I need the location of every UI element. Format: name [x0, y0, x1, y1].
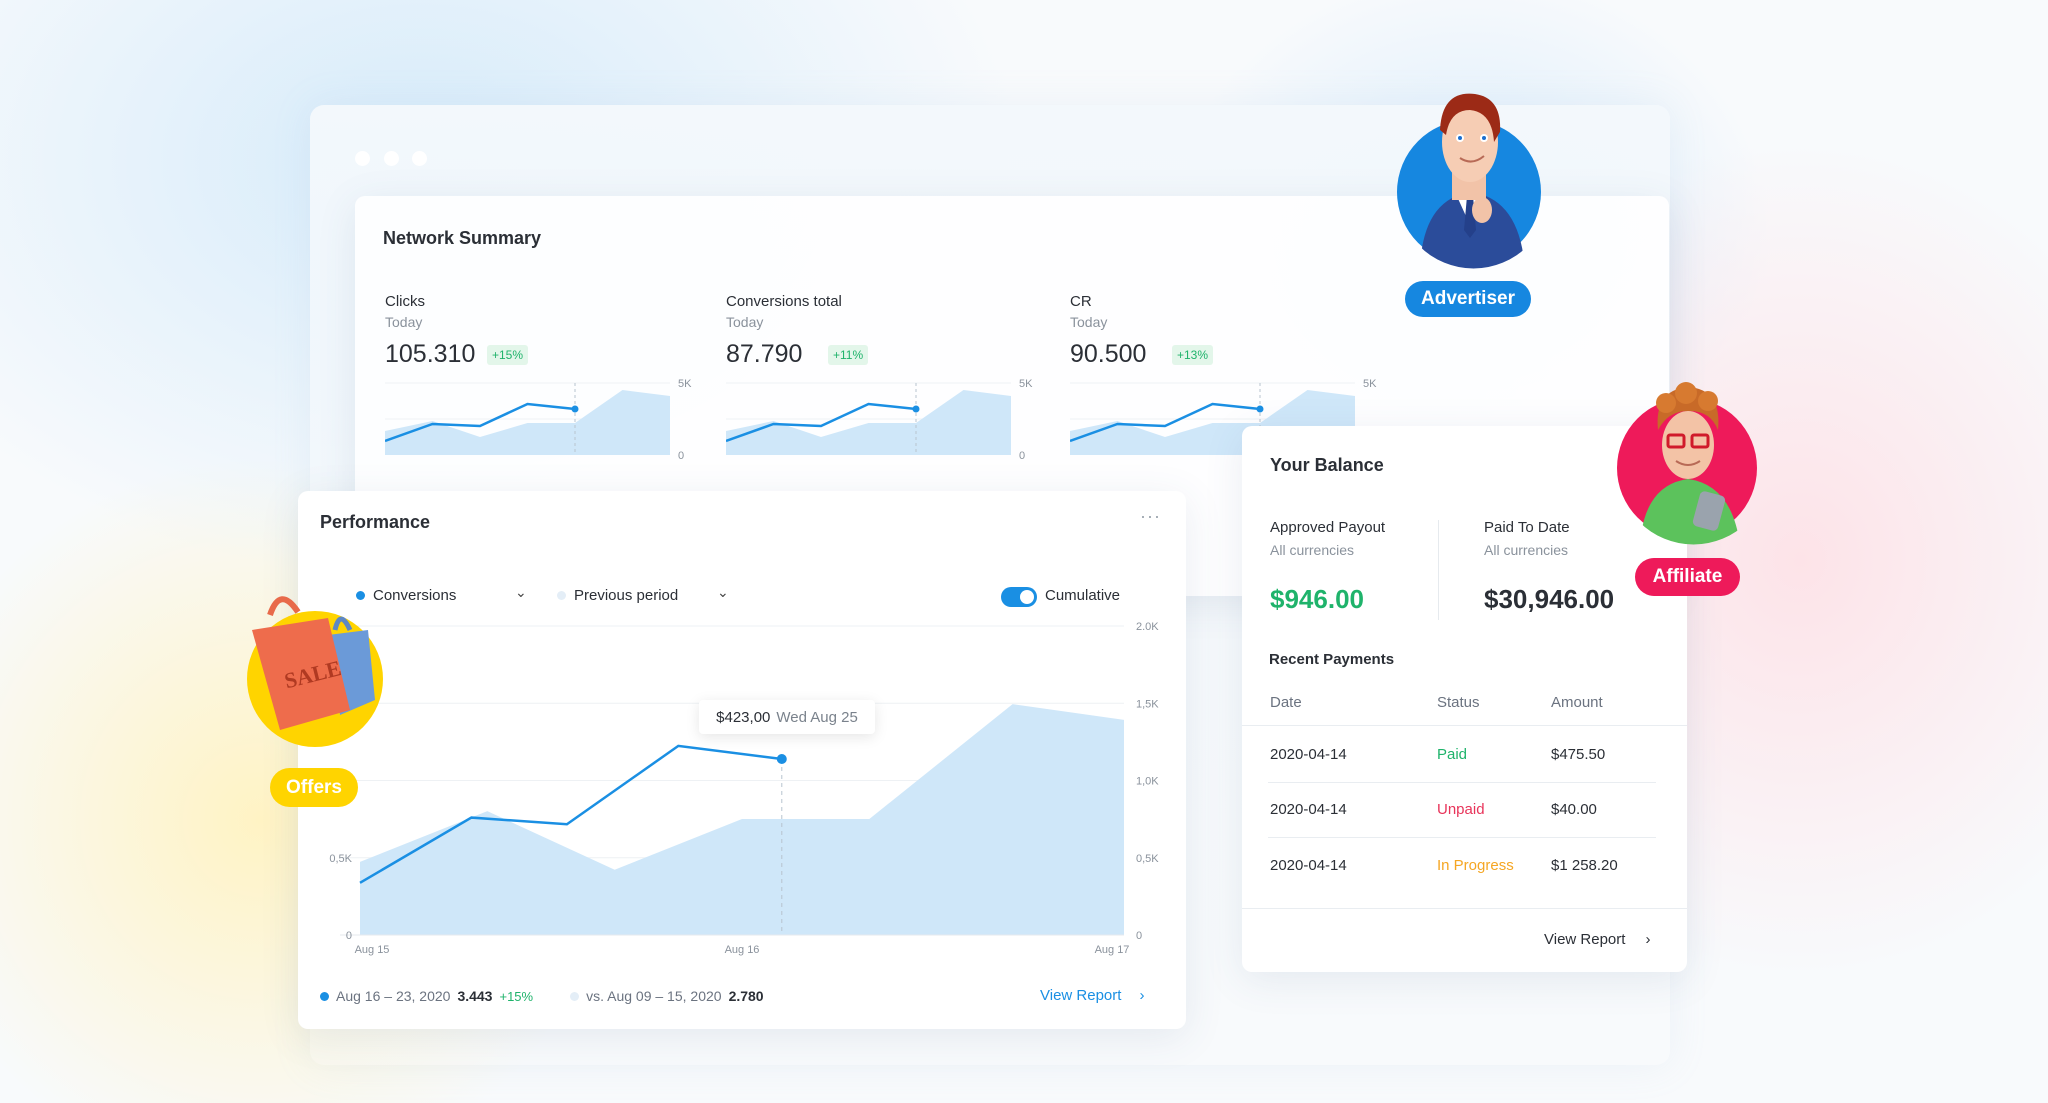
- performance-view-report-link[interactable]: View Report ›: [1040, 987, 1144, 1004]
- chevron-right-icon: ›: [1645, 931, 1651, 948]
- tick-label: 5K: [1363, 378, 1377, 390]
- column-header-date: Date: [1270, 694, 1302, 711]
- window-dot-maximize[interactable]: [412, 151, 427, 166]
- payment-amount: $40.00: [1551, 801, 1597, 818]
- approved-payout-value: $946.00: [1270, 584, 1364, 614]
- chevron-down-icon[interactable]: ⌄: [515, 584, 527, 601]
- tick-label: 5K: [678, 378, 692, 390]
- payment-amount: $475.50: [1551, 746, 1606, 763]
- column-header-amount: Amount: [1551, 694, 1603, 711]
- header-divider: [1242, 725, 1687, 726]
- y-tick-label-right: 0,5K: [1136, 853, 1159, 865]
- footer-divider: [1242, 908, 1687, 909]
- tick-label: 0: [678, 450, 684, 462]
- sparkline-area: [385, 389, 670, 455]
- offers-shopping-bags-icon: SALE: [247, 596, 383, 747]
- x-tick-label: Aug 17: [1095, 944, 1130, 956]
- metric-sparkline: 5K 0: [385, 378, 692, 462]
- previous-dot: [570, 991, 580, 1001]
- more-options-icon[interactable]: ···: [1140, 506, 1161, 527]
- previous-legend-dot: [557, 591, 566, 600]
- previous-value: 2.780: [728, 988, 764, 1004]
- approved-payout-sub: All currencies: [1270, 542, 1355, 558]
- y-tick-label-right: 2.0K: [1136, 621, 1159, 633]
- performance-title: Performance: [320, 512, 431, 532]
- metric-change-badge: +13%: [1172, 345, 1214, 365]
- current-change: +15%: [499, 988, 534, 1004]
- divider: [1438, 520, 1439, 620]
- recent-payments-title: Recent Payments: [1269, 651, 1395, 668]
- paid-to-date-sub: All currencies: [1484, 542, 1569, 558]
- tick-label: 5K: [1019, 378, 1033, 390]
- tooltip-value: $423,00: [716, 708, 771, 726]
- metric-label: CR: [1070, 293, 1092, 310]
- payment-status: Unpaid: [1437, 801, 1485, 818]
- offers-badge: Offers: [270, 768, 358, 807]
- window-dot-minimize[interactable]: [384, 151, 399, 166]
- chevron-down-icon[interactable]: ⌄: [717, 584, 729, 601]
- sparkline-point: [1256, 405, 1264, 413]
- highlight-point[interactable]: [776, 754, 787, 765]
- row-divider: [1268, 837, 1656, 838]
- metric-value: 105.310: [385, 340, 476, 368]
- payment-date: 2020-04-14: [1270, 857, 1347, 874]
- x-tick-label: Aug 16: [725, 944, 760, 956]
- payment-status: Paid: [1437, 746, 1468, 763]
- payment-status: In Progress: [1437, 857, 1514, 874]
- current-range: Aug 16 – 23, 2020: [336, 988, 451, 1004]
- y-tick-label-right: 0: [1136, 930, 1142, 942]
- payment-amount: $1 258.20: [1551, 857, 1618, 874]
- payment-date: 2020-04-14: [1270, 746, 1347, 763]
- tooltip-date: Wed Aug 25: [776, 708, 858, 726]
- column-header-status: Status: [1437, 694, 1480, 711]
- view-report-label: View Report: [1544, 931, 1626, 948]
- advertiser-badge: Advertiser: [1405, 281, 1531, 317]
- approved-payout-label: Approved Payout: [1270, 519, 1386, 536]
- previous-period-area: [360, 704, 1124, 935]
- metric-period: Today: [726, 314, 764, 330]
- performance-chart: 2.0K1,5K1,0K0,5K00,5K0Aug 15 Aug 16 Aug 17: [329, 621, 1159, 956]
- performance-summary: Aug 16 – 23, 2020 3.443 +15% vs. Aug 09 …: [320, 988, 764, 1004]
- affiliate-avatar: [1617, 382, 1757, 545]
- metric-label: Conversions total: [726, 293, 842, 310]
- current-dot: [320, 991, 329, 1001]
- payment-date: 2020-04-14: [1270, 801, 1347, 818]
- tick-label: 0: [1019, 450, 1025, 462]
- view-report-label: View Report: [1040, 987, 1122, 1004]
- current-value: 3.443: [457, 988, 493, 1004]
- metric-sparkline: 5K 0: [726, 378, 1033, 462]
- x-tick-label: Aug 15: [355, 944, 390, 956]
- balance-title: Your Balance: [1270, 455, 1384, 475]
- previous-range: vs. Aug 09 – 15, 2020: [586, 988, 722, 1004]
- metric-change-badge: +15%: [487, 345, 529, 365]
- network-summary-title: Network Summary: [383, 228, 542, 248]
- y-tick-label-left: 0: [346, 930, 352, 942]
- sparkline-area: [726, 389, 1011, 455]
- paid-to-date-label: Paid To Date: [1484, 519, 1570, 536]
- sparkline-point: [912, 405, 920, 413]
- metric-period: Today: [1070, 314, 1108, 330]
- metric-value: 90.500: [1070, 340, 1147, 368]
- y-tick-label-right: 1,5K: [1136, 698, 1159, 710]
- sparkline-point: [571, 405, 579, 413]
- metric-label: Clicks: [385, 293, 425, 310]
- paid-to-date-value: $30,946.00: [1484, 584, 1615, 614]
- chart-tooltip: $423,00 Wed Aug 25: [699, 700, 875, 734]
- y-tick-label-right: 1,0K: [1136, 776, 1159, 788]
- y-tick-label-left: 0,5K: [329, 853, 352, 865]
- window-dot-close[interactable]: [355, 151, 370, 166]
- row-divider: [1268, 782, 1656, 783]
- balance-view-report-link[interactable]: View Report ›: [1544, 931, 1650, 948]
- metric-period: Today: [385, 314, 423, 330]
- metric-value: 87.790: [726, 340, 803, 368]
- advertiser-avatar: [1397, 93, 1541, 269]
- chevron-right-icon: ›: [1139, 987, 1145, 1004]
- metric-change-badge: +11%: [828, 345, 869, 365]
- affiliate-badge: Affiliate: [1635, 558, 1740, 596]
